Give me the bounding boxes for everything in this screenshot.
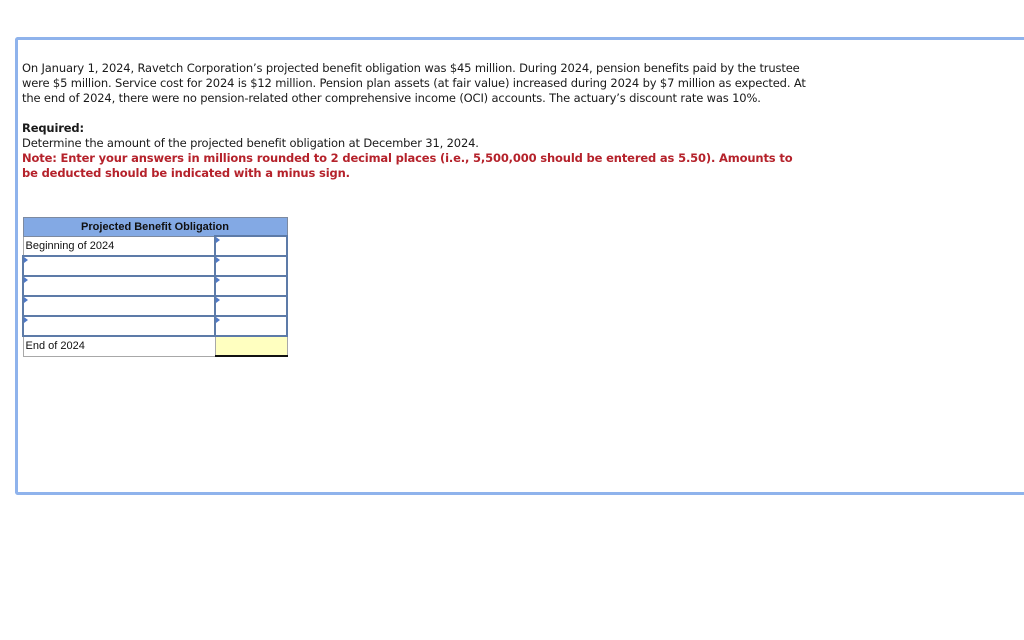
required-block: Required: Determine the amount of the pr… <box>22 121 812 181</box>
label-input-cell[interactable] <box>22 275 216 297</box>
row-3-label-input[interactable] <box>24 277 214 295</box>
value-input-cell[interactable] <box>214 235 288 257</box>
row-5-label-input[interactable] <box>24 317 214 335</box>
row-2-value-input[interactable] <box>216 257 286 275</box>
problem-paragraph: On January 1, 2024, Ravetch Corporation’… <box>22 61 806 105</box>
row-label-end: End of 2024 <box>22 335 216 357</box>
row-label-beginning: Beginning of 2024 <box>22 235 216 257</box>
entry-marker-icon <box>216 277 220 283</box>
value-input-cell[interactable] <box>214 275 288 297</box>
value-input-cell[interactable] <box>214 315 288 337</box>
entry-marker-icon <box>216 297 220 303</box>
row-4-value-input[interactable] <box>216 297 286 315</box>
required-text: Determine the amount of the projected be… <box>22 136 479 150</box>
table-row <box>22 315 288 337</box>
label-input-cell[interactable] <box>22 315 216 337</box>
pbo-table-header: Projected Benefit Obligation <box>22 217 288 237</box>
entry-marker-icon <box>24 257 28 263</box>
table-row <box>22 295 288 317</box>
required-label: Required: <box>22 121 84 135</box>
row-3-value-input[interactable] <box>216 277 286 295</box>
row-4-label-input[interactable] <box>24 297 214 315</box>
entry-marker-icon <box>216 317 220 323</box>
pbo-table: Projected Benefit Obligation Beginning o… <box>22 217 288 357</box>
label-input-cell[interactable] <box>22 295 216 317</box>
table-row: Beginning of 2024 <box>22 235 288 257</box>
note-text: Note: Enter your answers in millions rou… <box>22 151 793 180</box>
label-input-cell[interactable] <box>22 255 216 277</box>
table-row <box>22 255 288 277</box>
end-total-value <box>214 335 288 357</box>
beginning-value-input[interactable] <box>216 237 286 255</box>
table-row-total: End of 2024 <box>22 335 288 357</box>
entry-marker-icon <box>24 317 28 323</box>
row-2-label-input[interactable] <box>24 257 214 275</box>
entry-marker-icon <box>216 237 220 243</box>
table-row <box>22 275 288 297</box>
question-content: On January 1, 2024, Ravetch Corporation’… <box>22 61 812 181</box>
entry-marker-icon <box>24 277 28 283</box>
value-input-cell[interactable] <box>214 295 288 317</box>
question-panel: On January 1, 2024, Ravetch Corporation’… <box>15 37 1024 495</box>
entry-marker-icon <box>24 297 28 303</box>
value-input-cell[interactable] <box>214 255 288 277</box>
entry-marker-icon <box>216 257 220 263</box>
row-5-value-input[interactable] <box>216 317 286 335</box>
